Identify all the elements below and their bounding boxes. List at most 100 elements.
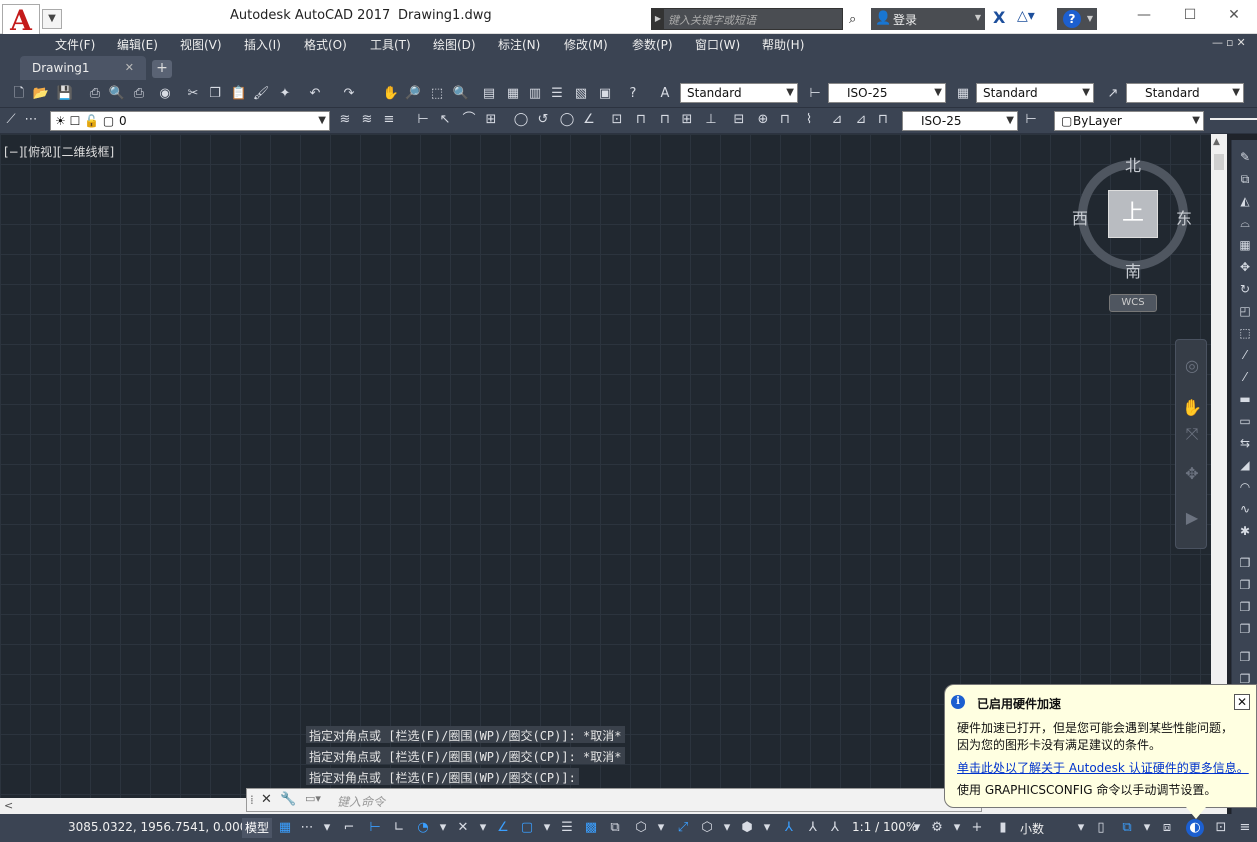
menu-draw[interactable]: 绘图(D) [433, 36, 476, 53]
selection-cycling-icon[interactable]: ⧉ [606, 819, 624, 837]
ortho-icon[interactable]: ∟ [390, 819, 408, 837]
make-current-icon[interactable]: ≋ [336, 111, 354, 129]
close-button[interactable]: ✕ [1214, 4, 1254, 28]
chevron-down-icon[interactable]: ▾ [474, 819, 492, 837]
dimension-update-icon[interactable]: ⊓ [874, 111, 892, 129]
drag-handle-icon[interactable]: ⁞ [250, 793, 254, 807]
break-icon[interactable]: ▭ [1236, 412, 1254, 430]
binoculars-icon[interactable]: ⌕ [849, 12, 856, 27]
menu-insert[interactable]: 插入(I) [244, 36, 281, 53]
menu-modify[interactable]: 修改(M) [564, 36, 608, 53]
chevron-down-icon[interactable]: ▾ [948, 819, 966, 837]
login-button[interactable]: 👤 登录 ▼ [871, 8, 985, 30]
publish-3d-icon[interactable]: ◉ [156, 85, 174, 103]
jogged-linear-icon[interactable]: ⌇ [800, 111, 818, 129]
orbit-icon[interactable]: ✥ [1182, 464, 1202, 484]
copy-object-icon[interactable]: ⧉ [1236, 170, 1254, 188]
layer-select[interactable]: ☀ ☐ 🔓 ▢ 0 ▼ [50, 111, 330, 131]
dim-style-manager-icon[interactable]: ⊢ [1022, 111, 1040, 129]
scroll-left-icon[interactable]: < [4, 799, 13, 812]
extend-icon[interactable]: ⁄ [1236, 368, 1254, 386]
certified-hardware-link[interactable]: 单击此处以了解关于 Autodesk 认证硬件的更多信息。 [957, 759, 1249, 776]
block-editor-icon[interactable]: ✦ [276, 85, 294, 103]
arc-length-icon[interactable]: ⌒ [460, 111, 478, 129]
publish-icon[interactable]: ⎙ [130, 85, 148, 103]
fillet-icon[interactable]: ◠ [1236, 478, 1254, 496]
dimension-break-icon[interactable]: ⊥ [702, 111, 720, 129]
cut-icon[interactable]: ✂ [184, 85, 202, 103]
layer-match-icon[interactable]: ≡ [380, 111, 398, 129]
menu-parametric[interactable]: 参数(P) [632, 36, 673, 53]
draw-order-above-icon[interactable]: ❐ [1236, 598, 1254, 616]
isodraft-icon[interactable]: ✕ [454, 819, 472, 837]
menu-dimension[interactable]: 标注(N) [498, 36, 540, 53]
transparency-icon[interactable]: ▩ [582, 819, 600, 837]
auto-scale-icon[interactable]: ⅄ [804, 819, 822, 837]
dynamic-ucs-icon[interactable]: ⤢ [674, 819, 692, 837]
3d-object-snap-icon[interactable]: ⬡ [632, 819, 650, 837]
quick-properties-icon[interactable]: ▯ [1092, 819, 1110, 837]
dim-style-select[interactable]: ISO-25 ▼ [828, 83, 946, 103]
pan-icon[interactable]: ✋ [382, 85, 400, 103]
angular-dimension-icon[interactable]: ∠ [580, 111, 598, 129]
chevron-down-icon[interactable]: ▾ [652, 819, 670, 837]
units-value[interactable]: 小数 [1020, 820, 1044, 837]
exchange-apps-icon[interactable]: X [993, 8, 1013, 28]
print-preview-icon[interactable]: 🔍 [108, 85, 126, 103]
match-properties-icon[interactable]: 🖌 [252, 85, 270, 103]
scroll-up-icon[interactable]: ▲ [1213, 137, 1220, 147]
print-icon[interactable]: ⎙ [86, 85, 104, 103]
grid-icon[interactable]: ▦ [276, 819, 294, 837]
steering-wheel-icon[interactable]: ◎ [1182, 356, 1202, 376]
maximize-button[interactable]: ☐ [1170, 4, 1210, 28]
calculator-icon[interactable]: ▣ [596, 85, 614, 103]
menu-help[interactable]: 帮助(H) [762, 36, 804, 53]
radius-dimension-icon[interactable]: ◯ [512, 111, 530, 129]
app-menu-button[interactable]: A [2, 4, 40, 38]
color-select[interactable]: ▢ ByLayer ▼ [1054, 111, 1204, 131]
menu-file[interactable]: 文件(F) [55, 36, 95, 53]
table-style-icon[interactable]: ▦ [954, 85, 972, 103]
chevron-down-icon[interactable]: ▾ [908, 819, 926, 837]
compass-west[interactable]: 西 [1072, 205, 1088, 229]
move-icon[interactable]: ✥ [1236, 258, 1254, 276]
menu-format[interactable]: 格式(O) [304, 36, 347, 53]
viewcube-top-face[interactable]: 上 [1108, 190, 1158, 238]
dimension-text-edit-icon[interactable]: ⊿ [852, 111, 870, 129]
layer-states-icon[interactable]: ⋯ [22, 111, 40, 129]
draw-order-under-icon[interactable]: ❐ [1236, 620, 1254, 638]
continue-dimension-icon[interactable]: ⊓ [656, 111, 674, 129]
aligned-dimension-icon[interactable]: ↖ [436, 111, 454, 129]
selection-filter-icon[interactable]: ⬡ [698, 819, 716, 837]
layer-properties-icon[interactable]: ⟋ [2, 111, 20, 129]
explode-icon[interactable]: ✱ [1236, 522, 1254, 540]
draw-order-front-icon[interactable]: ❐ [1236, 554, 1254, 572]
object-snap-tracking-icon[interactable]: ∠ [494, 819, 512, 837]
jogged-dimension-icon[interactable]: ↺ [534, 111, 552, 129]
compass-north[interactable]: 北 [1125, 152, 1141, 176]
blend-curves-icon[interactable]: ∿ [1236, 500, 1254, 518]
command-line[interactable]: ⁞ ✕ 🔧 ▭▾ 键入命令 ▲ [246, 788, 982, 812]
zoom-previous-icon[interactable]: 🔍 [452, 85, 470, 103]
close-command-line-icon[interactable]: ✕ [261, 792, 272, 807]
new-file-icon[interactable]: 🗋 [10, 85, 28, 103]
minimize-button[interactable]: — [1124, 4, 1164, 28]
open-file-icon[interactable]: 📂 [32, 85, 50, 103]
paste-icon[interactable]: 📋 [230, 85, 248, 103]
chamfer-icon[interactable]: ◢ [1236, 456, 1254, 474]
chevron-down-icon[interactable]: ▾ [718, 819, 736, 837]
mirror-icon[interactable]: ◭ [1236, 192, 1254, 210]
new-tab-button[interactable]: + [152, 60, 172, 78]
dim-style-select-2[interactable]: ISO-25 ▼ [902, 111, 1018, 131]
text-style-select[interactable]: Standard ▼ [680, 83, 798, 103]
undo-icon[interactable]: ↶ [306, 85, 324, 103]
clean-screen-icon[interactable]: ⊡ [1212, 819, 1230, 837]
design-center-icon[interactable]: ▦ [504, 85, 522, 103]
close-notification-button[interactable]: ✕ [1234, 694, 1250, 710]
dimension-space-icon[interactable]: ⊞ [678, 111, 696, 129]
inspection-icon[interactable]: ⊓ [776, 111, 794, 129]
trim-icon[interactable]: ⁄ [1236, 346, 1254, 364]
table-style-select[interactable]: Standard ▼ [976, 83, 1094, 103]
rotate-icon[interactable]: ↻ [1236, 280, 1254, 298]
quick-dimension-icon[interactable]: ⊡ [608, 111, 626, 129]
